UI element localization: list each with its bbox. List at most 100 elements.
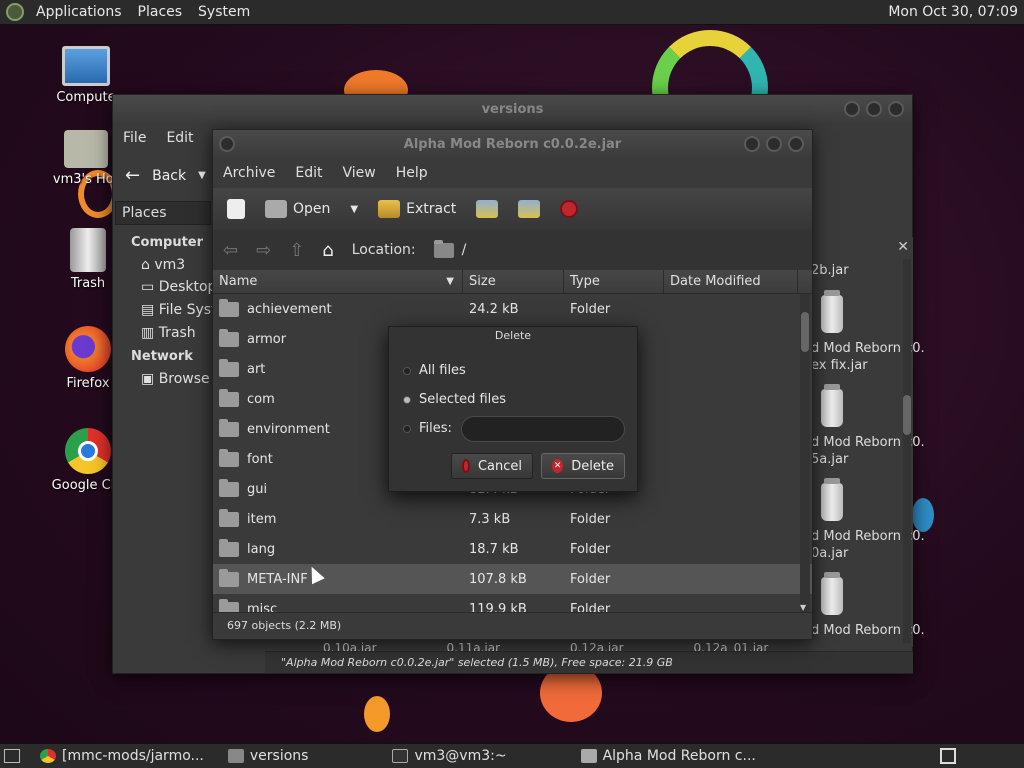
window-title: Alpha Mod Reborn c0.0.2e.jar	[403, 136, 622, 152]
column-name[interactable]: Name ▼	[213, 270, 463, 293]
menu-edit[interactable]: Edit	[156, 130, 203, 146]
applications-menu[interactable]: Applications	[28, 4, 130, 20]
cell-name: lang	[213, 538, 463, 557]
file-list-row[interactable]: item 7.3 kB Folder	[213, 504, 812, 534]
add-folder-button[interactable]	[512, 198, 546, 220]
jar-file-icon[interactable]	[821, 572, 843, 615]
file-list-row[interactable]: META-INF 107.8 kB Folder	[213, 564, 812, 594]
column-size[interactable]: Size	[463, 270, 564, 293]
forward-arrow-icon[interactable]: ⇨	[256, 240, 271, 261]
task-archive-manager[interactable]: Alpha Mod Reborn c...	[569, 744, 768, 768]
close-button[interactable]	[888, 101, 904, 117]
back-button[interactable]: ← Back ▼	[125, 165, 206, 186]
minimize-button[interactable]	[844, 101, 860, 117]
sidebar-item-vm3[interactable]: ⌂ vm3	[141, 257, 185, 273]
sidebar-item-browse-network[interactable]: ▣ Browse	[141, 371, 210, 387]
desktop-icon: ▭	[141, 279, 159, 295]
chevron-down-icon: ▼	[350, 203, 359, 215]
maximize-button[interactable]	[766, 136, 782, 152]
location-field[interactable]: /	[433, 239, 466, 258]
menu-file[interactable]: File	[113, 130, 156, 146]
open-icon	[265, 200, 287, 218]
chevron-down-icon: ▼	[198, 170, 206, 181]
right-pane-scrollbar[interactable]	[903, 259, 911, 643]
jar-file-icon[interactable]	[821, 478, 843, 521]
up-arrow-icon[interactable]: ⇧	[289, 240, 304, 261]
column-date-modified[interactable]: Date Modified	[664, 270, 798, 293]
task-chrome[interactable]: [mmc-mods/jarmo...	[28, 744, 216, 768]
file-list-row[interactable]: achievement 24.2 kB Folder	[213, 294, 812, 324]
cell-name: achievement	[213, 298, 463, 317]
add-files-button[interactable]	[470, 198, 504, 220]
open-dropdown-button[interactable]: ▼	[344, 202, 364, 217]
file-list-scrollbar[interactable]: ▼	[800, 294, 810, 612]
window-menu-button[interactable]	[219, 136, 235, 152]
open-button[interactable]: Open	[259, 198, 336, 220]
close-button[interactable]	[788, 136, 804, 152]
scrollbar-thumb[interactable]	[903, 395, 911, 435]
radio-files[interactable]: Files:	[403, 421, 452, 436]
system-menu[interactable]: System	[190, 4, 258, 20]
close-tab-icon[interactable]: ✕	[897, 239, 909, 255]
radio-selected-files[interactable]: Selected files	[403, 392, 506, 407]
file-list-row[interactable]: misc 119.9 kB Folder	[213, 594, 812, 612]
radio-indicator	[403, 366, 411, 375]
menu-help[interactable]: Help	[386, 165, 438, 181]
status-text: "Alpha Mod Reborn c0.0.2e.jar" selected …	[281, 656, 673, 669]
task-versions[interactable]: versions	[216, 744, 321, 768]
column-type[interactable]: Type	[564, 270, 664, 293]
cell-size: 7.3 kB	[469, 511, 511, 527]
cell-type: Folder	[570, 601, 611, 613]
stop-icon	[560, 200, 579, 218]
delete-dialog: Delete All files Selected files Files: C…	[388, 326, 638, 492]
maximize-button[interactable]	[866, 101, 882, 117]
places-menu[interactable]: Places	[130, 4, 191, 20]
cancel-button[interactable]: Cancel	[451, 453, 533, 479]
show-desktop-button[interactable]	[4, 749, 20, 763]
radio-indicator	[403, 424, 411, 433]
task-terminal[interactable]: vm3@vm3:~	[380, 744, 518, 768]
distro-logo-icon[interactable]	[6, 3, 24, 21]
add-files-icon	[476, 200, 499, 218]
jar-filename: 0a.jar	[811, 546, 849, 561]
dialog-title: Delete	[494, 329, 532, 342]
cell-type: Folder	[570, 571, 611, 587]
minimize-button[interactable]	[744, 136, 760, 152]
archive-titlebar[interactable]: Alpha Mod Reborn c0.0.2e.jar	[213, 130, 812, 158]
versions-titlebar[interactable]: versions	[113, 95, 912, 123]
scrollbar-thumb[interactable]	[801, 312, 809, 352]
back-arrow-icon[interactable]: ⇦	[223, 240, 238, 261]
workspace-switcher[interactable]	[940, 748, 956, 764]
cell-name: misc	[213, 598, 463, 612]
cell-size: 119.9 kB	[469, 601, 527, 613]
jar-file-icon[interactable]	[821, 384, 843, 427]
radio-all-files[interactable]: All files	[403, 363, 466, 378]
sort-descending-icon: ▼	[446, 276, 454, 287]
extract-button[interactable]: Extract	[372, 198, 462, 220]
files-pattern-input[interactable]	[461, 416, 625, 442]
places-dropdown[interactable]: Places	[115, 201, 211, 225]
clock[interactable]: Mon Oct 30, 07:09	[888, 4, 1018, 20]
jar-file-icon[interactable]	[821, 290, 843, 333]
scroll-down-arrow-icon[interactable]: ▼	[800, 603, 806, 612]
folder-icon	[219, 358, 239, 377]
trash-icon: ▥	[141, 325, 159, 341]
stop-button[interactable]	[554, 198, 584, 220]
delete-button[interactable]: ✕ Delete	[541, 453, 625, 479]
back-arrow-icon: ←	[125, 165, 141, 186]
folder-icon	[219, 418, 239, 437]
sidebar-item-desktop[interactable]: ▭ Desktop	[141, 279, 216, 295]
chrome-icon	[40, 749, 56, 763]
file-list-row[interactable]: lang 18.7 kB Folder	[213, 534, 812, 564]
sidebar-item-filesystem[interactable]: ▤ File Syst	[141, 302, 217, 318]
new-archive-button[interactable]	[221, 197, 251, 221]
add-folder-icon	[518, 200, 541, 218]
menu-archive[interactable]: Archive	[213, 165, 285, 181]
places-label: Places	[122, 205, 167, 221]
home-icon[interactable]: ⌂	[322, 240, 333, 261]
menu-view[interactable]: View	[333, 165, 386, 181]
cell-name: item	[213, 508, 463, 527]
firefox-icon	[65, 326, 111, 372]
menu-edit[interactable]: Edit	[285, 165, 332, 181]
sidebar-item-trash[interactable]: ▥ Trash	[141, 325, 196, 341]
